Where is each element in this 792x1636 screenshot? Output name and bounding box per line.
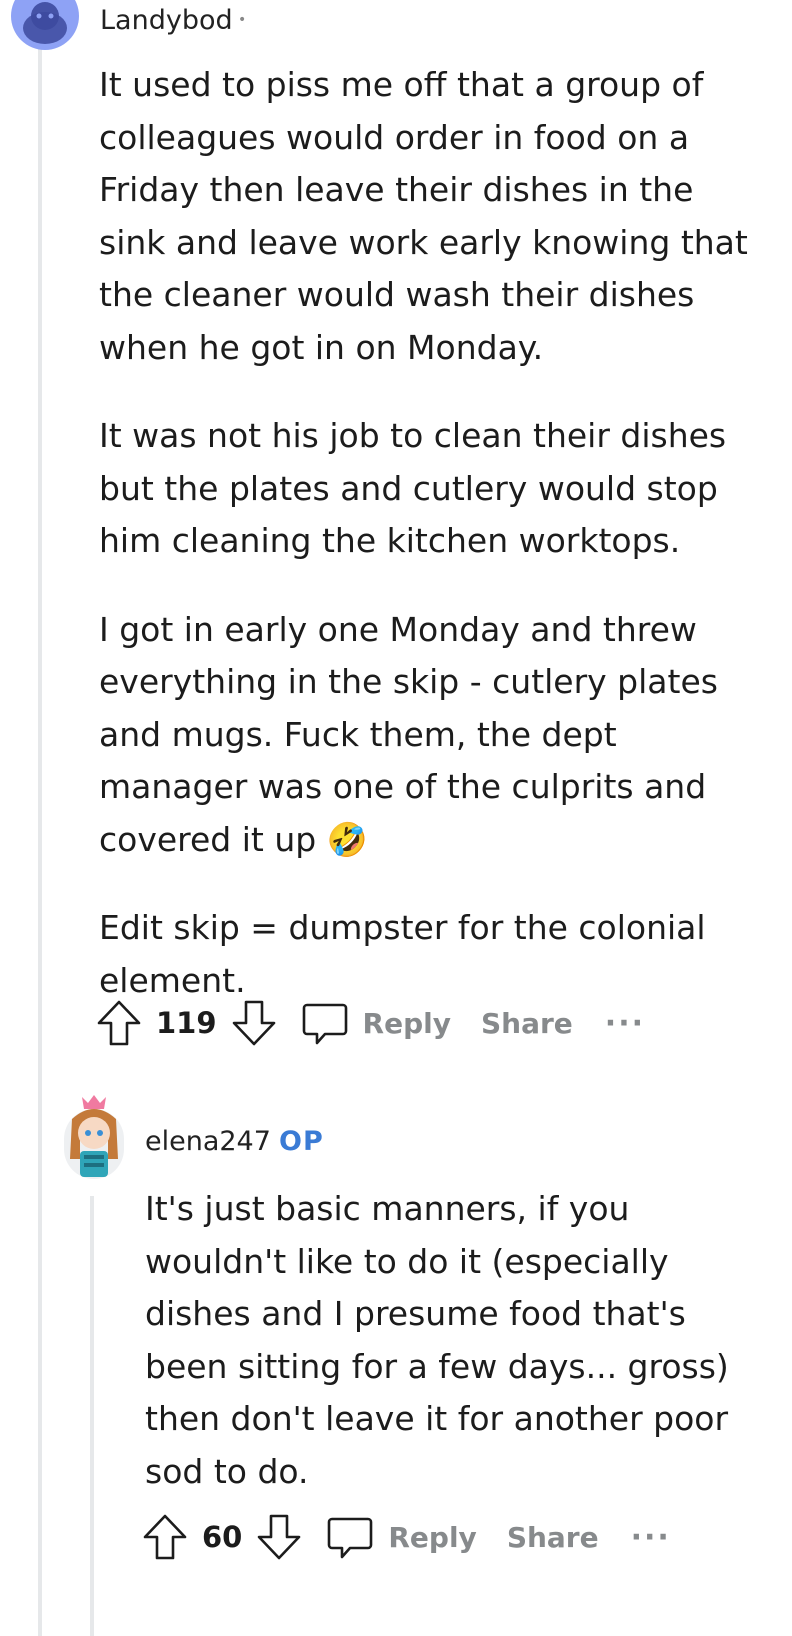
avatar[interactable]	[58, 1089, 130, 1179]
share-button[interactable]: Share	[481, 1007, 573, 1040]
reply-label: Reply	[362, 1006, 451, 1040]
upvote-arrow-icon	[97, 1000, 141, 1046]
reply-button[interactable]: Reply	[301, 999, 451, 1047]
op-badge: OP	[279, 1126, 324, 1157]
vote-score: 119	[156, 1006, 217, 1040]
more-options-button[interactable]: ···	[631, 1520, 671, 1555]
downvote-arrow-icon	[258, 1514, 301, 1560]
comment-paragraph: Edit skip = dumpster for the colonial el…	[99, 908, 706, 1000]
thread-line-2[interactable]	[90, 1196, 94, 1636]
avatar-character-icon	[64, 1095, 124, 1179]
vote-score: 60	[202, 1520, 243, 1554]
comment-body: It used to piss me off that a group of c…	[99, 59, 759, 1043]
comment-paragraph: It was not his job to clean their dishes…	[99, 416, 727, 560]
downvote-arrow-icon	[232, 1000, 275, 1046]
comment-paragraph: It's just basic manners, if you wouldn't…	[145, 1189, 729, 1491]
comment-paragraph: It used to piss me off that a group of c…	[99, 65, 748, 367]
reply-button[interactable]: Reply	[326, 1513, 477, 1561]
thread-line-1[interactable]	[38, 44, 42, 1636]
separator-dot: •	[238, 12, 247, 28]
reply-label: Reply	[388, 1520, 477, 1554]
reddit-snoo-icon	[23, 2, 67, 44]
comment-author[interactable]: Landybod	[100, 5, 233, 36]
comment-actions: 119 Reply Share ···	[96, 996, 645, 1050]
upvote-arrow-icon	[143, 1514, 187, 1560]
comment-bubble-icon	[328, 1517, 373, 1559]
upvote-button[interactable]	[142, 1513, 188, 1561]
comment-body: It's just basic manners, if you wouldn't…	[145, 1183, 735, 1534]
comment-paragraph: I got in early one Monday and threw ever…	[99, 609, 718, 859]
share-button[interactable]: Share	[507, 1521, 599, 1554]
downvote-button[interactable]	[231, 999, 277, 1047]
avatar[interactable]	[11, 0, 79, 50]
comment-author[interactable]: elena247	[145, 1126, 271, 1157]
comment-actions: 60 Reply Share ···	[142, 1510, 671, 1564]
upvote-button[interactable]	[96, 999, 142, 1047]
more-options-button[interactable]: ···	[605, 1006, 645, 1041]
comment-bubble-icon	[302, 1003, 347, 1045]
downvote-button[interactable]	[256, 1513, 302, 1561]
